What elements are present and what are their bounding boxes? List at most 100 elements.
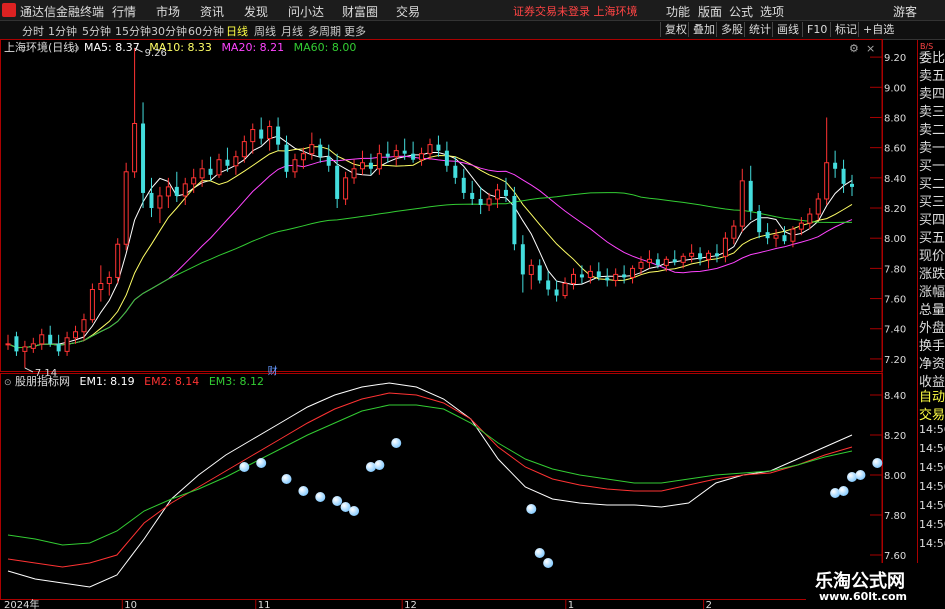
trade-time: 14:56 xyxy=(919,499,945,512)
sidebar-action[interactable]: 交易 xyxy=(919,404,945,423)
sidebar-item: 涨幅 xyxy=(919,285,945,300)
user-label[interactable]: 游客 xyxy=(893,3,917,20)
signal-bubble xyxy=(349,506,360,516)
period-15min[interactable]: 15分钟 xyxy=(115,23,151,39)
candle-body-up xyxy=(638,261,644,269)
sidebar-item: 卖三 xyxy=(919,105,945,120)
candle-body-down xyxy=(149,192,154,209)
period-more[interactable]: 更多 xyxy=(344,23,366,39)
sidebar-item: 买一 xyxy=(919,159,945,174)
sidebar-item: 买二 xyxy=(919,177,945,192)
price-tick-label: 9.20 xyxy=(884,53,906,64)
period-daily[interactable]: 日线 xyxy=(226,23,248,39)
indicator-panel-border xyxy=(0,373,883,600)
candle-body-up xyxy=(570,273,576,284)
add-watchlist-button[interactable]: +自选 xyxy=(858,22,898,37)
candle-body-down xyxy=(411,153,416,160)
period-multi[interactable]: 多周期 xyxy=(308,23,341,39)
candle-body-down xyxy=(284,144,289,172)
ma60-line xyxy=(7,192,853,349)
candle-body-down xyxy=(225,159,230,166)
close-icon[interactable]: × xyxy=(866,42,875,55)
indicator-tick-label: 8.40 xyxy=(884,391,906,402)
candle-body-down xyxy=(850,183,854,187)
signal-bubble xyxy=(239,462,250,472)
sidebar-item: 卖二 xyxy=(919,123,945,138)
menu-item-market[interactable]: 行情 xyxy=(112,3,136,20)
candle-body-down xyxy=(605,277,610,281)
candle-body-down xyxy=(698,253,703,260)
settings-icon[interactable]: ⚙ xyxy=(849,42,859,55)
signal-bubble xyxy=(838,486,849,496)
candle-body-up xyxy=(309,144,315,155)
candle-body-down xyxy=(461,177,466,193)
period-weekly[interactable]: 周线 xyxy=(254,23,276,39)
candle-body-up xyxy=(815,198,821,215)
candle-body-down xyxy=(782,235,787,242)
candle-body-down xyxy=(453,165,458,178)
candle-body-up xyxy=(351,168,357,179)
period-tick[interactable]: 分时 xyxy=(22,23,44,39)
menu-item-discover[interactable]: 发现 xyxy=(244,3,268,20)
candle-body-down xyxy=(765,232,770,239)
menu-item-function[interactable]: 功能 xyxy=(666,3,690,20)
candle-body-up xyxy=(191,177,197,185)
signal-bubble xyxy=(855,470,866,480)
stats-button[interactable]: 统计 xyxy=(744,22,775,37)
menu-item-news[interactable]: 资讯 xyxy=(200,3,224,20)
candle-body-down xyxy=(748,180,753,212)
period-1min[interactable]: 1分钟 xyxy=(48,23,77,39)
menu-item-markets[interactable]: 市场 xyxy=(156,3,180,20)
period-5min[interactable]: 5分钟 xyxy=(82,23,111,39)
period-monthly[interactable]: 月线 xyxy=(281,23,303,39)
overlay-button[interactable]: 叠加 xyxy=(688,22,719,37)
indicator-tick-label: 7.80 xyxy=(884,511,906,522)
adjust-button[interactable]: 复权 xyxy=(660,22,691,37)
menu-item-options[interactable]: 选项 xyxy=(760,3,784,20)
candle-body-down xyxy=(520,244,525,275)
period-30min[interactable]: 30分钟 xyxy=(151,23,187,39)
candle-body-up xyxy=(157,195,163,209)
candle-body-up xyxy=(123,171,129,245)
menu-item-layout[interactable]: 版面 xyxy=(698,3,722,20)
price-tick-label: 8.60 xyxy=(884,144,906,155)
menu-item-trade[interactable]: 交易 xyxy=(396,3,420,20)
candle-body-down xyxy=(48,334,53,344)
legend-ma60-value: 8.00 xyxy=(332,41,357,54)
candle-body-down xyxy=(512,195,517,245)
candle-body-up xyxy=(739,180,745,227)
candle-body-down xyxy=(470,192,475,199)
period-60min[interactable]: 60分钟 xyxy=(188,23,224,39)
multi-stock-button[interactable]: 多股 xyxy=(716,22,747,37)
sidebar-item: 卖五 xyxy=(919,69,945,84)
trade-time: 14:56 xyxy=(919,480,945,493)
mark-button[interactable]: 标记 xyxy=(830,22,861,37)
signal-bubble xyxy=(256,458,267,468)
signal-bubble xyxy=(332,496,343,506)
indicator-tick-label: 8.20 xyxy=(884,431,906,442)
candle-body-down xyxy=(622,274,627,278)
draw-button[interactable]: 画线 xyxy=(772,22,803,37)
candle-body-up xyxy=(419,153,425,161)
legend-toggle-icon[interactable]: ⊙ xyxy=(72,44,80,54)
trade-time: 14:56 xyxy=(919,423,945,436)
candle-body-up xyxy=(486,198,492,206)
indicator-toggle-icon[interactable]: ⊙ xyxy=(4,378,12,388)
candle-body-up xyxy=(39,334,45,345)
sidebar-action[interactable]: 自动 xyxy=(919,386,945,405)
period-toolbar: 分时 1分钟 5分钟 15分钟 30分钟 60分钟 日线 周线 月线 多周期 更… xyxy=(0,21,945,40)
menu-item-ask[interactable]: 问小达 xyxy=(288,3,324,20)
candle-body-up xyxy=(427,144,433,155)
login-warning: 证券交易未登录 上海环境 xyxy=(513,5,638,18)
chart-area[interactable]: 上海环境(日线) ⊙ MA5: 8.37 MA10: 8.33 MA20: 8.… xyxy=(0,39,917,609)
signal-bubble xyxy=(830,488,841,498)
menu-item-formula[interactable]: 公式 xyxy=(729,3,753,20)
finance-marker: 财 xyxy=(268,364,278,377)
app-name: 通达信金融终端 xyxy=(20,5,105,19)
f10-button[interactable]: F10 xyxy=(802,22,831,37)
date-label: 1 xyxy=(568,600,574,609)
date-label: 12 xyxy=(404,600,417,609)
menu-item-wealth[interactable]: 财富圈 xyxy=(342,3,378,20)
signal-bubble xyxy=(543,558,554,568)
candle-body-up xyxy=(824,162,830,200)
